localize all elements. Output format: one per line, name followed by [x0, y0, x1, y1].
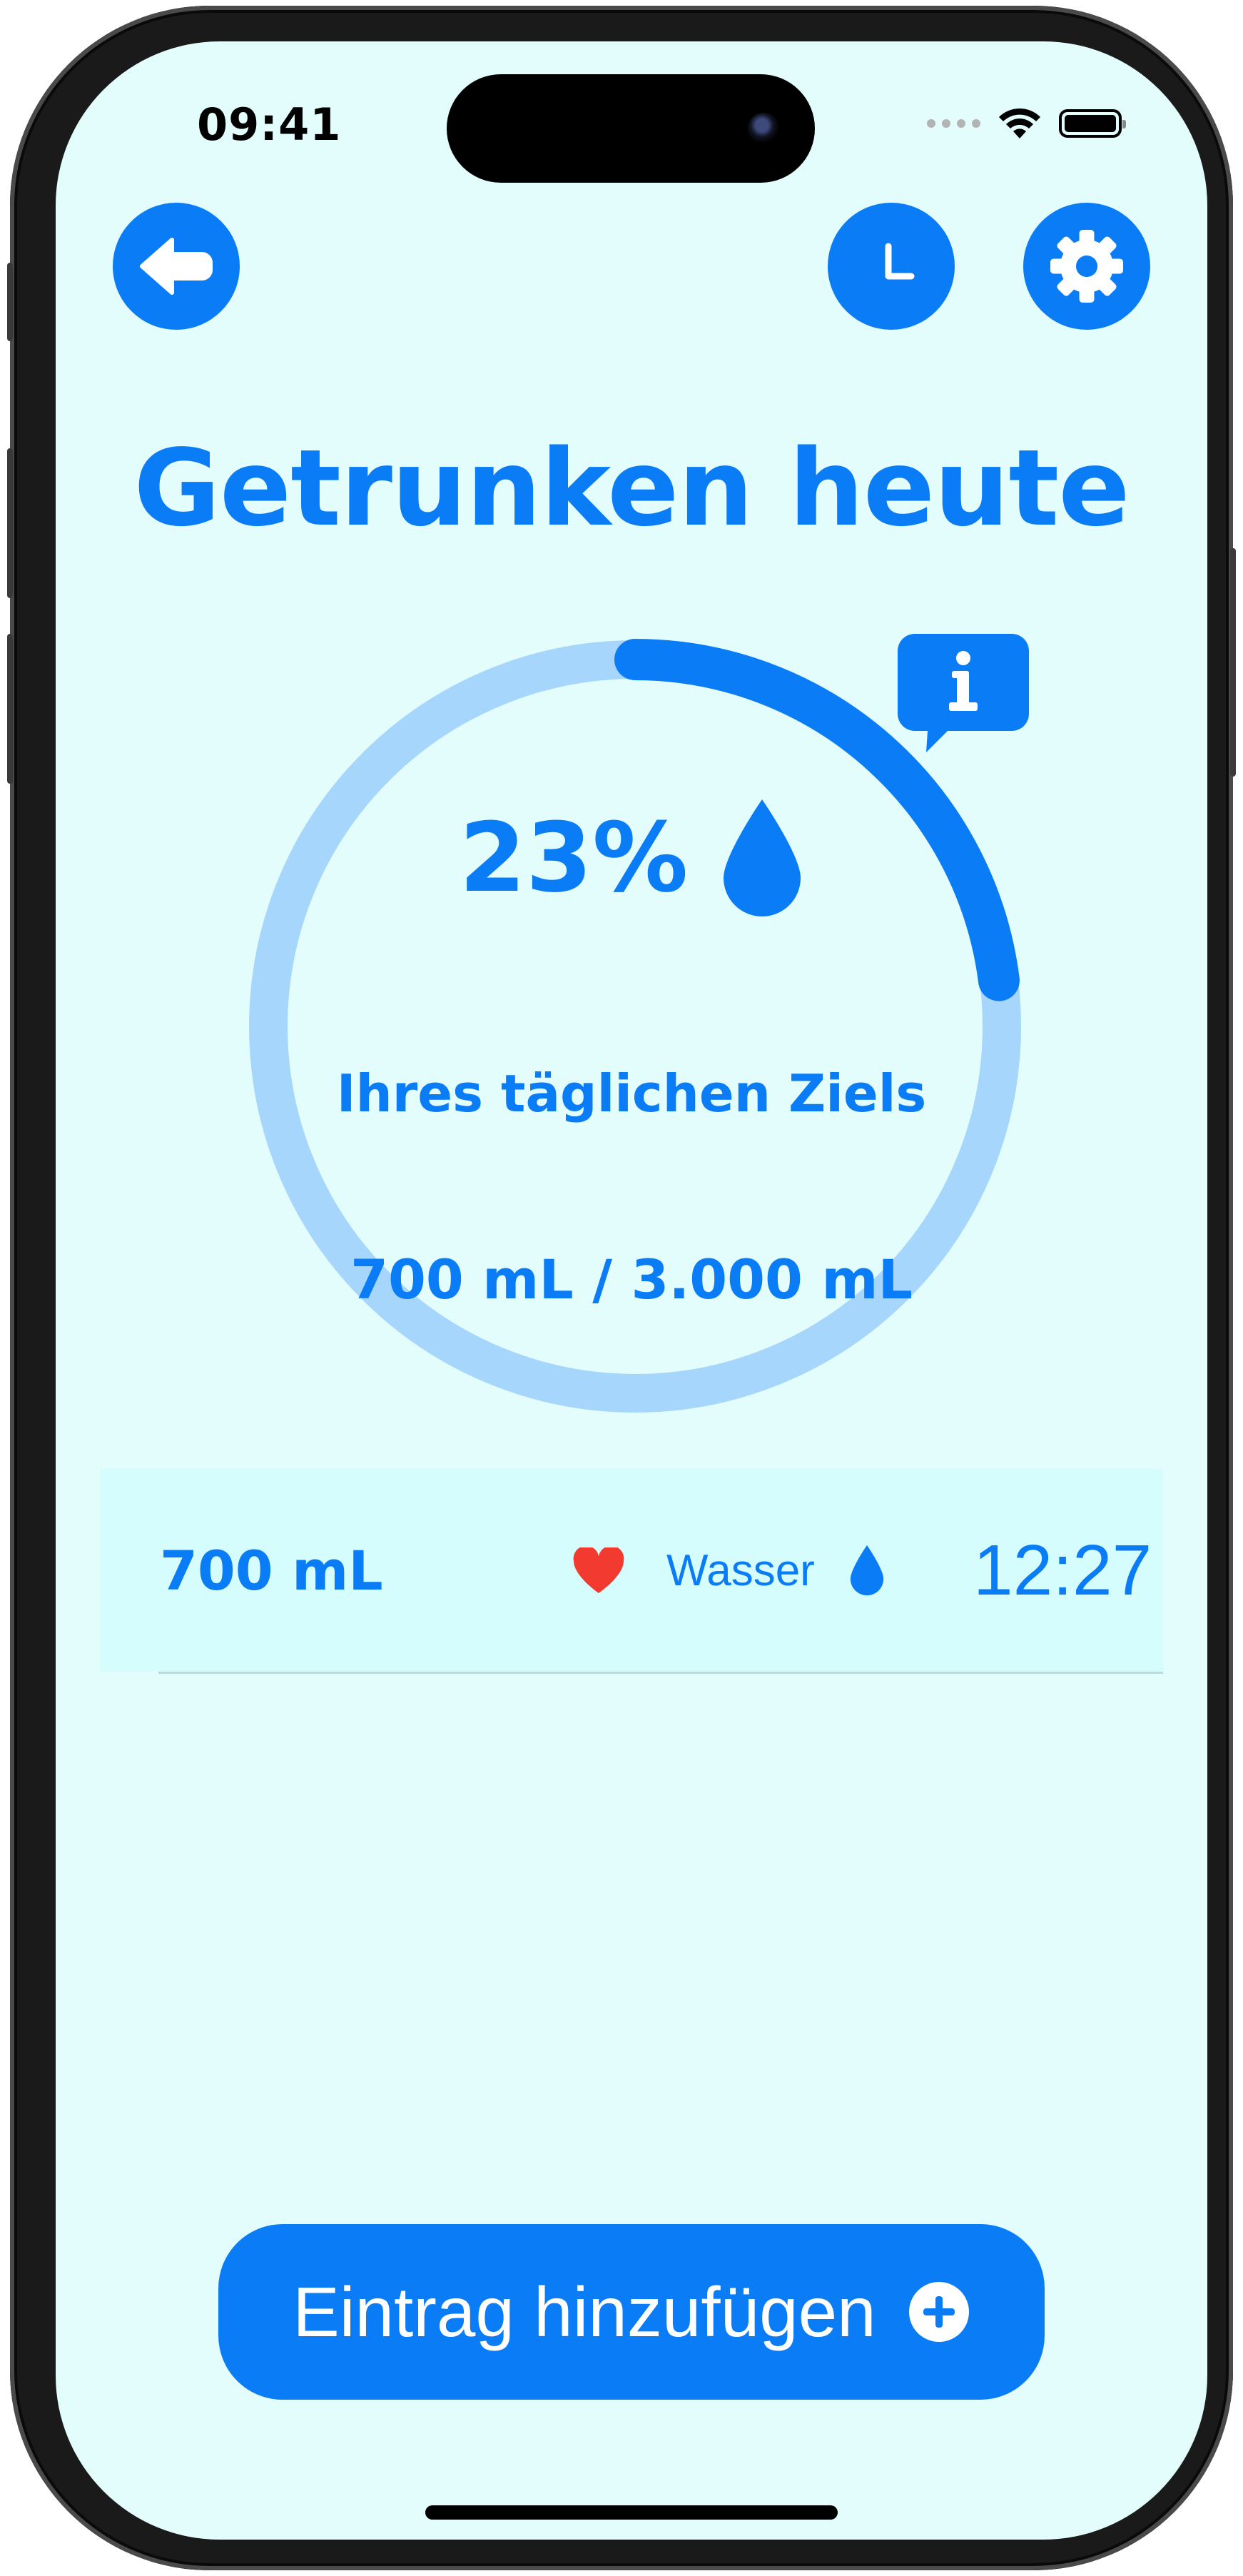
list-divider: [158, 1672, 1163, 1674]
power-button: [1230, 548, 1236, 777]
water-drop-icon: [850, 1545, 884, 1596]
add-entry-label: Eintrag hinzufügen: [293, 2272, 876, 2351]
mute-switch: [7, 263, 13, 341]
add-entry-button[interactable]: Eintrag hinzufügen: [218, 2224, 1045, 2400]
entry-amount: 700 mL: [160, 1538, 383, 1602]
gear-icon: [1050, 229, 1124, 303]
signal-icon: [927, 119, 980, 128]
goal-label: Ihres täglichen Ziels: [336, 1064, 927, 1123]
entry-type: Wasser: [666, 1545, 815, 1595]
status-icons: [927, 107, 1126, 140]
amount-label: 700 mL / 3.000 mL: [350, 1248, 913, 1311]
info-button[interactable]: [898, 634, 1029, 757]
volume-down-button: [7, 634, 13, 784]
camera-lens: [748, 113, 779, 144]
arrow-left-icon: [140, 238, 213, 295]
plus-circle-icon: [908, 2282, 969, 2342]
progress-percent: 23%: [459, 802, 689, 914]
progress-percent-row: 23%: [56, 798, 1207, 918]
history-button[interactable]: [828, 203, 955, 330]
heart-icon[interactable]: [572, 1547, 625, 1595]
status-time: 09:41: [197, 99, 342, 151]
home-indicator: [425, 2505, 838, 2520]
dynamic-island: [447, 74, 815, 183]
settings-button[interactable]: [1023, 203, 1150, 330]
app-screen: 09:41 Getrunken heute 23% Ihres tägliche…: [56, 41, 1207, 2540]
entry-time: 12:27: [973, 1530, 1152, 1610]
phone-frame: 09:41 Getrunken heute 23% Ihres tägliche…: [7, 6, 1236, 2570]
volume-up-button: [7, 448, 13, 598]
back-button[interactable]: [113, 203, 240, 330]
list-item[interactable]: 700 mL Wasser 12:27: [100, 1469, 1163, 1672]
water-drop-icon: [724, 799, 801, 916]
clock-icon: [885, 243, 915, 280]
battery-icon: [1059, 109, 1126, 138]
wifi-icon: [999, 108, 1040, 138]
page-title: Getrunken heute: [133, 427, 1130, 550]
